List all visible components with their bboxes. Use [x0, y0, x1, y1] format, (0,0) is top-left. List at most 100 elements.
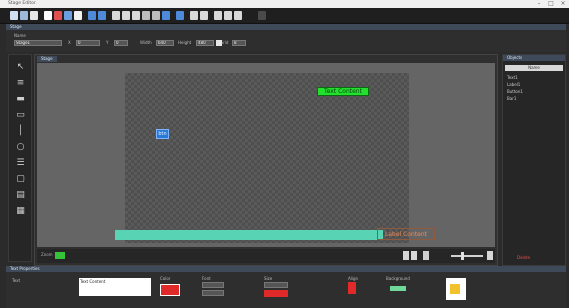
paste-icon[interactable]: [64, 11, 72, 20]
x-field[interactable]: 0: [76, 40, 100, 46]
text-content-input[interactable]: Text Content: [79, 278, 151, 296]
text-tool-icon[interactable]: ≡: [14, 77, 27, 89]
background-color-swatch[interactable]: [390, 286, 406, 291]
objects-header-bar: Objects: [503, 55, 565, 61]
image-tool-icon[interactable]: ▬: [14, 93, 27, 105]
properties-header: Stage: [6, 24, 566, 30]
delete-icon[interactable]: [74, 11, 82, 20]
color-label: Color: [160, 276, 171, 281]
copy-icon[interactable]: [54, 11, 62, 20]
new-icon[interactable]: [10, 11, 18, 20]
zoom-in-icon[interactable]: [176, 11, 184, 20]
note-icon-fill: [450, 284, 460, 294]
zoom-slider-knob[interactable]: [461, 252, 464, 260]
text-properties-title: Text Properties: [10, 266, 40, 271]
background-label: Background: [386, 276, 410, 281]
settings-icon[interactable]: [234, 11, 242, 20]
font-style-field[interactable]: [202, 290, 224, 296]
objects-footer: Delete: [505, 253, 563, 263]
font-label: Font: [202, 276, 211, 281]
y-label: Y: [106, 40, 109, 45]
height-field[interactable]: 480: [196, 40, 214, 46]
delete-object-button[interactable]: Delete: [517, 255, 530, 260]
open-icon[interactable]: [20, 11, 28, 20]
name-label: Name: [14, 33, 26, 38]
align-label: Align: [348, 276, 359, 281]
line-tool-icon[interactable]: │: [14, 125, 27, 137]
align-right-icon[interactable]: [162, 11, 170, 20]
minimize-icon[interactable]: –: [533, 0, 545, 8]
grid-field[interactable]: 8: [232, 40, 246, 46]
blue-button-object[interactable]: btn: [156, 129, 169, 139]
properties-title: Stage: [10, 24, 22, 29]
properties-panel: Stage Name Stage1 X 0 Y 0 Width 640 Heig…: [6, 24, 566, 52]
name-field[interactable]: Stage1: [14, 40, 62, 46]
orange-label-object[interactable]: Label Content: [377, 228, 435, 240]
maximize-icon[interactable]: □: [545, 0, 557, 8]
width-label: Width: [140, 40, 152, 45]
undo-icon[interactable]: [88, 11, 96, 20]
size-field[interactable]: [264, 282, 288, 288]
grid-icon[interactable]: [132, 11, 140, 20]
width-field[interactable]: 640: [156, 40, 174, 46]
objects-panel: Objects Name Text1 Label1 Button1 Bar1 D…: [502, 54, 566, 266]
highlight-color-swatch[interactable]: [264, 290, 288, 297]
green-text-object[interactable]: Text Content: [317, 87, 369, 96]
list-item[interactable]: Text1: [507, 75, 518, 80]
layer-up-icon[interactable]: [214, 11, 222, 20]
page-next-button[interactable]: [411, 251, 417, 260]
list-item[interactable]: Button1: [507, 89, 523, 94]
status-indicator[interactable]: [55, 252, 65, 259]
frame-tool-icon[interactable]: ▢: [14, 173, 27, 185]
zoom-slider[interactable]: [451, 255, 483, 257]
zoom-fit-button[interactable]: [487, 251, 493, 260]
shape-tool-icon[interactable]: ▭: [14, 109, 27, 121]
objects-column-header[interactable]: Name: [505, 65, 563, 71]
button-tool-icon[interactable]: ○: [14, 141, 27, 153]
fit-icon[interactable]: [200, 11, 208, 20]
close-icon[interactable]: ×: [557, 0, 569, 8]
layer-down-icon[interactable]: [224, 11, 232, 20]
main-toolbar: [0, 8, 569, 24]
list-item[interactable]: Bar1: [507, 96, 516, 101]
font-field[interactable]: [202, 282, 224, 288]
align-left-icon[interactable]: [142, 11, 150, 20]
note-icon[interactable]: [446, 278, 466, 300]
window-title-bar: Stage Editor – □ ×: [0, 0, 569, 8]
cut-icon[interactable]: [44, 11, 52, 20]
height-label: Height: [178, 40, 192, 45]
input-tool-icon[interactable]: ▤: [14, 189, 27, 201]
size-label: Size: [264, 276, 273, 281]
align-center-icon[interactable]: [152, 11, 160, 20]
text-properties-header: Text Properties: [6, 266, 566, 272]
stop-icon[interactable]: [122, 11, 130, 20]
run-icon[interactable]: [112, 11, 120, 20]
align-color-button[interactable]: [348, 282, 356, 294]
note-tool-icon[interactable]: ▦: [14, 205, 27, 217]
objects-title: Objects: [507, 55, 523, 60]
y-field[interactable]: 0: [114, 40, 128, 46]
list-tool-icon[interactable]: ☰: [14, 157, 27, 169]
list-item[interactable]: Label1: [507, 82, 520, 87]
canvas-tab[interactable]: Stage: [37, 56, 57, 62]
zoom-out-icon[interactable]: [190, 11, 198, 20]
canvas-status-bar: Zoom: [37, 249, 495, 263]
grid-stepper-button[interactable]: [216, 40, 222, 46]
page-field[interactable]: [423, 251, 429, 260]
text-label: Text: [12, 278, 21, 283]
canvas-panel: Stage Text Content btn Label Content Zoo…: [34, 54, 498, 266]
page-prev-button[interactable]: [403, 251, 409, 260]
zoom-label: Zoom: [41, 252, 53, 257]
select-tool-icon[interactable]: ↖: [14, 61, 27, 73]
text-color-swatch[interactable]: [160, 284, 180, 296]
tool-palette: ↖ ≡ ▬ ▭ │ ○ ☰ ▢ ▤ ▦: [8, 54, 32, 262]
teal-bar-object[interactable]: [115, 230, 383, 240]
stage-scene[interactable]: Text Content btn: [125, 73, 409, 243]
canvas-area[interactable]: Text Content btn Label Content: [37, 63, 495, 247]
window-title: Stage Editor: [8, 1, 36, 6]
redo-icon[interactable]: [98, 11, 106, 20]
separator-icon: [258, 11, 266, 20]
x-label: X: [68, 40, 71, 45]
text-properties-panel: Text Properties Text Text Content Color …: [6, 266, 566, 308]
save-icon[interactable]: [30, 11, 38, 20]
